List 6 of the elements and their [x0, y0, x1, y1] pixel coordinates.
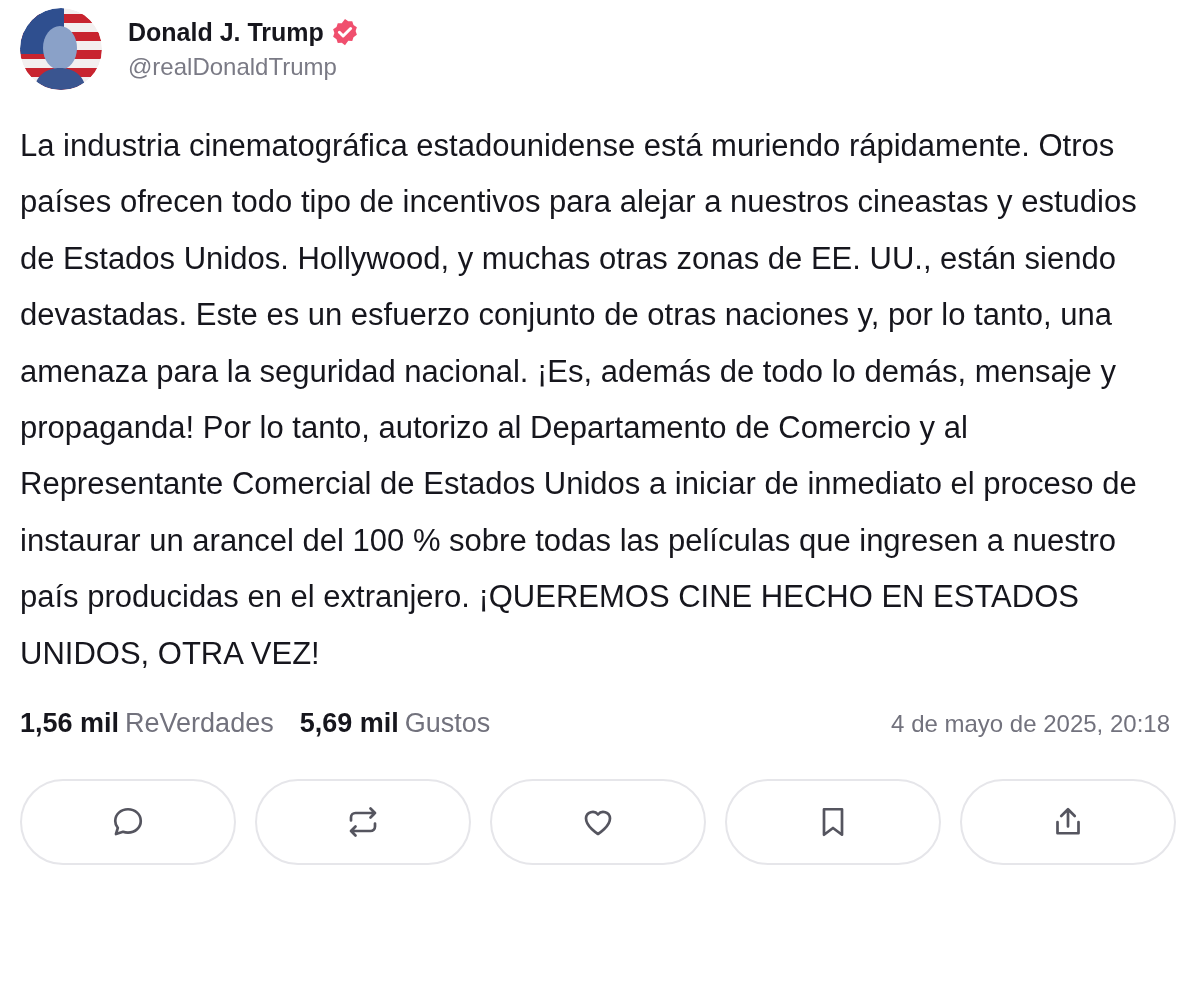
post-timestamp: 4 de mayo de 2025, 20:18	[891, 709, 1170, 738]
author-handle[interactable]: @realDonaldTrump	[128, 53, 360, 81]
stat-text[interactable]: 1,56 mil ReVerdades	[20, 708, 274, 740]
post-text: La industria cinematográfica estadounidense está muriendo rápidamente. Otros países ofrecen todo tipo de incentivos para alejar a nuestros cineastas y estudios de Estados Unidos. Hollywood, y muchas otras zonas de EE. UU., están siendo devastadas. Este es un esfuerzo conjunto de otras naciones y, por lo tanto, una amenaza para la seguridad nacional. ¡Es, además de todo lo demás, mensaje y propaganda! Por lo tanto, autorizo al Departamento de Comercio y al Representante Comercial de Estados Unidos a iniciar de inmediato el proceso de instaurar un arancel del 100 % sobre todas las películas que ingresen a nuestro país producidas en el extranjero. ¡QUEREMOS CINE HECHO EN ESTADOS UNIDOS, OTRA VEZ!	[20, 127, 1138, 673]
stat-text[interactable]: 5,69 mil Gustos	[299, 708, 491, 740]
author-name[interactable]: Donald J. Trump	[128, 17, 324, 47]
